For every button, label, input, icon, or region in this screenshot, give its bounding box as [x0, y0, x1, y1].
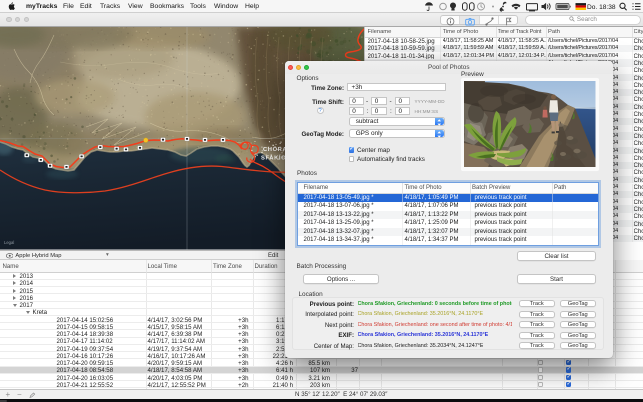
- svg-text:CHÓRA: CHÓRA: [263, 145, 287, 153]
- svg-text:Legal: Legal: [4, 240, 14, 245]
- svg-text:Do. 18:38: Do. 18:38: [587, 4, 616, 11]
